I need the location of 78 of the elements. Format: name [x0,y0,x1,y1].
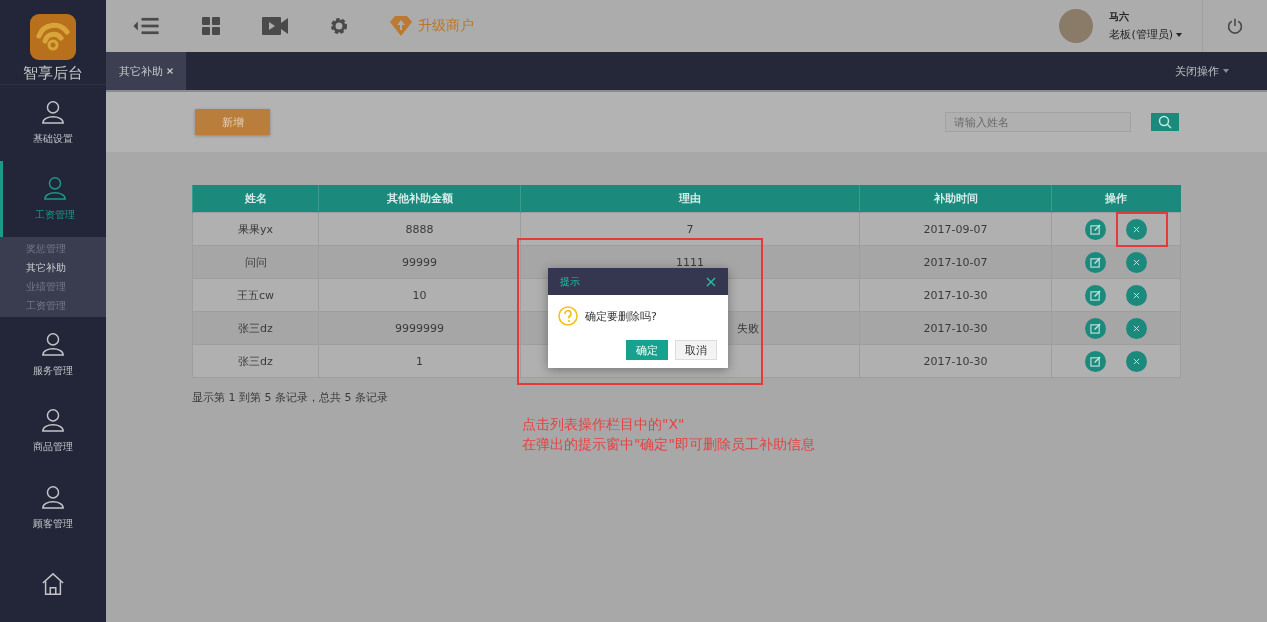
user-role-menu[interactable]: 老板(管理员) [1109,27,1173,42]
person-icon [41,408,65,433]
sidebar-item[interactable]: 服务管理 [0,317,106,394]
dialog-message: 确定要删除吗? [585,308,657,324]
sidebar-item[interactable]: 顾客管理 [0,469,106,546]
avatar-photo[interactable] [1059,9,1094,43]
edit-button[interactable] [1085,284,1106,306]
delete-button[interactable] [1126,284,1147,306]
close-icon [1133,291,1140,299]
edit-icon [1090,289,1101,301]
table-cell: 2017-10-07 [859,245,1052,279]
delete-button[interactable] [1126,350,1147,372]
close-icon[interactable] [167,68,173,74]
page-tab[interactable]: 其它补助 [106,52,186,90]
pagination-summary: 显示第 1 到第 5 条记录，总共 5 条记录 [192,390,389,405]
table-cell: 1 [318,344,521,378]
table-cell: 10 [318,278,521,312]
table-cell: 2017-09-07 [859,212,1052,246]
delete-button[interactable] [1126,251,1147,273]
menu-collapse-icon[interactable] [132,17,160,35]
table-cell: 7 [520,212,860,246]
cancel-button[interactable]: 取消 [675,340,717,360]
sidebar-item[interactable]: 商品管理 [0,393,106,470]
column-header: 其他补助金额 [318,185,521,213]
person-icon [42,175,67,200]
person-icon [41,484,65,509]
close-icon [1133,324,1140,332]
home-icon [41,571,65,596]
edit-button[interactable] [1085,350,1106,372]
video-icon[interactable] [262,17,288,35]
table-cell: 果果yx [192,212,319,246]
annotation-text: 点击列表操作栏目中的"X" [522,416,686,434]
power-icon[interactable] [1227,18,1243,34]
delete-button[interactable] [1126,218,1147,240]
search-icon [1158,115,1172,129]
edit-icon [1090,322,1101,334]
table-cell: 99999 [318,245,521,279]
submenu-item[interactable]: 其它补助 [0,258,106,278]
delete-button[interactable] [1126,317,1147,339]
grid-icon[interactable] [202,17,220,35]
table-cell: 2017-10-30 [859,344,1052,378]
close-icon [1133,357,1140,365]
column-header: 姓名 [192,185,319,213]
table-cell: 9999999 [318,311,521,345]
edit-button[interactable] [1085,218,1106,240]
column-header: 补助时间 [859,185,1052,213]
table-cell: 问问 [192,245,319,279]
table-cell: 8888 [318,212,521,246]
table-cell: 2017-10-30 [859,278,1052,312]
close-icon [1133,258,1140,266]
highlight-box [1116,212,1168,247]
question-icon [558,306,578,326]
settings-icon[interactable] [330,17,348,35]
table-cell: 张三dz [192,344,319,378]
person-icon [41,99,65,124]
close-icon[interactable] [706,276,716,287]
edit-button[interactable] [1085,317,1106,339]
column-header: 理由 [520,185,860,213]
edit-icon [1090,223,1101,235]
close-tabs-menu[interactable]: 关闭操作 [1175,63,1219,79]
edit-icon [1090,355,1101,367]
diamond-icon [390,16,412,36]
person-icon [41,332,65,357]
logo-icon [30,14,76,60]
search-field[interactable]: 请输入姓名 [945,112,1131,132]
annotation-text: 在弹出的提示窗中"确定"即可删除员工补助信息 [522,436,816,454]
table-cell: 王五cw [192,278,319,312]
user-name: 马六 [1109,10,1131,24]
edit-icon [1090,256,1101,268]
column-header: 操作 [1051,185,1181,213]
caret-icon [1223,69,1229,73]
caret-icon [1176,32,1182,37]
table-cell: 2017-10-30 [859,311,1052,345]
edit-button[interactable] [1085,251,1106,273]
sidebar-item[interactable]: 基础设置 [0,84,106,161]
logo-text: 智享后台 [23,64,83,83]
search-button[interactable] [1151,113,1179,131]
close-icon [1133,225,1140,233]
